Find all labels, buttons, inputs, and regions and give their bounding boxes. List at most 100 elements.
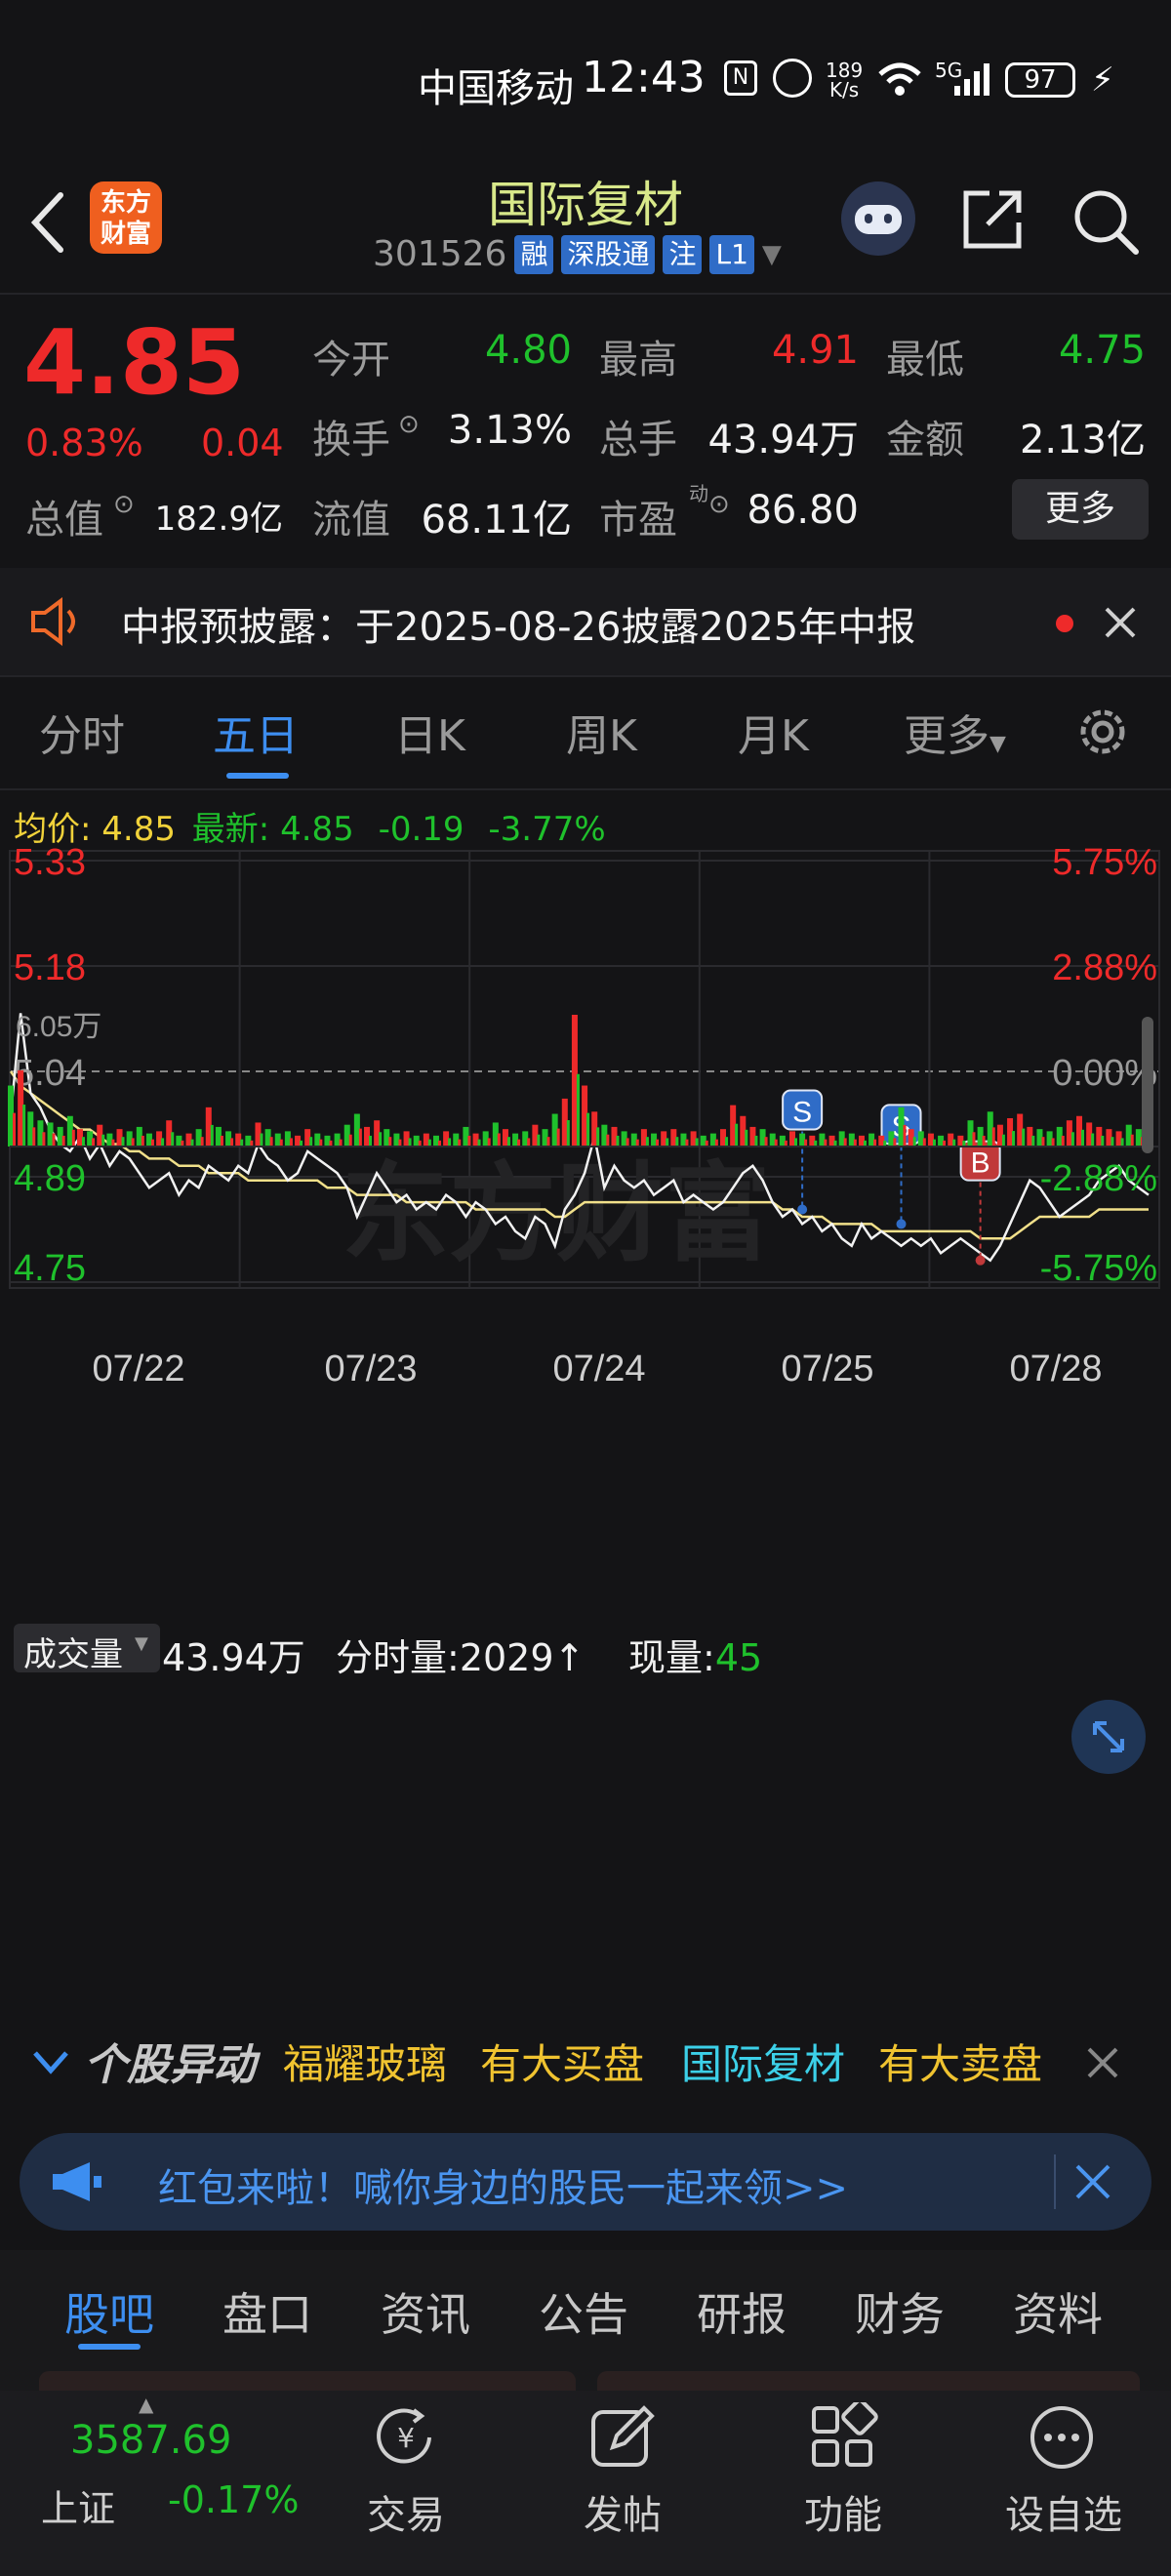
chart-scrollbar[interactable]: [1142, 1017, 1153, 1153]
red-packet-banner[interactable]: 红包来啦！喊你身边的股民一起来领>>: [20, 2133, 1151, 2231]
close-icon[interactable]: [1073, 2162, 1112, 2201]
close-icon[interactable]: [1103, 605, 1138, 640]
share-icon[interactable]: [960, 187, 1025, 252]
mktcap-value: 182.9亿: [154, 500, 283, 539]
tab-news[interactable]: 资讯: [381, 2279, 470, 2344]
red-packet-text: 红包来啦！喊你身边的股民一起来领>>: [158, 2166, 849, 2211]
mktcap-label[interactable]: 总值: [25, 488, 103, 544]
volume-bar: [1041, 1137, 1045, 1147]
five-day-chart[interactable]: 东方财富 SSB 5.335.185.044.894.755.75%2.88%0…: [0, 792, 1171, 1992]
volume-bar: [369, 1135, 373, 1147]
alarm-icon: [773, 59, 812, 98]
close-icon[interactable]: [1085, 2045, 1120, 2080]
movement-item1-action: 有大买盘: [480, 2040, 645, 2088]
volume-bar: [32, 1127, 36, 1147]
volume-selector[interactable]: 成交量 ▼: [14, 1624, 160, 1674]
volume-bar: [843, 1138, 847, 1147]
tab-guba[interactable]: 股吧: [64, 2279, 154, 2344]
dropdown-arrow-icon[interactable]: ▼: [762, 240, 782, 269]
nav-post[interactable]: 发帖: [584, 2483, 662, 2540]
volume-bar: [576, 1073, 580, 1147]
volume-bar: [339, 1139, 343, 1147]
volume-bar: [626, 1138, 629, 1147]
more-dots-icon[interactable]: [1027, 2402, 1097, 2473]
apps-icon[interactable]: [808, 2402, 878, 2473]
volume-bar: [319, 1139, 323, 1147]
x-tick-label: 07/25: [781, 1348, 873, 1389]
settings-icon[interactable]: [1073, 703, 1132, 761]
tick-volume-value: 2029: [459, 1636, 554, 1679]
movement-item2-name[interactable]: 国际复材: [681, 2032, 845, 2091]
volume-bar: [210, 1124, 214, 1147]
volume-bar: [922, 1138, 926, 1147]
tab-weekly-k[interactable]: 周K: [566, 701, 637, 763]
trade-icon[interactable]: ¥: [371, 2402, 441, 2473]
trade-marker-dot: [896, 1219, 907, 1229]
dropdown-arrow-icon: ▼: [989, 732, 1006, 756]
nav-add-watchlist[interactable]: 设自选: [1005, 2483, 1122, 2540]
volume-bar: [111, 1139, 115, 1147]
notice-bar[interactable]: 中报预披露：于2025-08-26披露2025年中报: [0, 568, 1171, 675]
more-button[interactable]: 更多: [1012, 479, 1149, 540]
volume-bar: [190, 1139, 194, 1147]
compose-icon[interactable]: [587, 2402, 658, 2473]
turnover-value: 3.13%: [447, 408, 572, 453]
volume-bar: [774, 1139, 778, 1147]
tab-more[interactable]: 更多▼: [904, 701, 1006, 763]
volume-bar: [477, 1139, 481, 1147]
volume-bar: [566, 1120, 570, 1147]
volume-bar: [912, 1137, 916, 1147]
pe-sup: 动: [689, 482, 708, 505]
divider: [0, 675, 1171, 677]
expand-chart-button[interactable]: [1071, 1700, 1146, 1774]
assistant-avatar[interactable]: [841, 181, 915, 256]
volume-bar: [131, 1138, 135, 1147]
volume-bar: [240, 1139, 244, 1147]
high-label: 最高: [599, 338, 677, 382]
movement-item1-name[interactable]: 福耀玻璃: [283, 2032, 447, 2091]
search-icon[interactable]: [1071, 187, 1142, 258]
stock-code-row[interactable]: 301526 融 深股通 注 L1 ▼: [373, 234, 782, 274]
volume-bar: [952, 1139, 956, 1147]
volume-bar: [991, 1127, 995, 1147]
tab-orderbook[interactable]: 盘口: [222, 2279, 312, 2344]
watermark-text: 东方财富: [342, 1154, 771, 1274]
chevron-down-icon[interactable]: [31, 2047, 70, 2076]
turnover-label[interactable]: 换手: [312, 408, 390, 464]
tab-announcements[interactable]: 公告: [539, 2279, 628, 2344]
tab-monthly-k[interactable]: 月K: [738, 701, 809, 763]
nav-functions[interactable]: 功能: [804, 2483, 882, 2540]
trade-marker-dot: [797, 1204, 808, 1215]
collapse-arrow-icon[interactable]: ▲: [139, 2393, 153, 2416]
nav-trade[interactable]: 交易: [367, 2483, 445, 2540]
volume-bar: [714, 1139, 718, 1147]
current-volume-label: 现量:: [628, 1636, 715, 1679]
tab-daily-k[interactable]: 日K: [394, 701, 465, 763]
divider: [0, 788, 1171, 790]
volume-bar: [379, 1132, 383, 1147]
tab-profile[interactable]: 资料: [1013, 2279, 1103, 2344]
volume-bar: [309, 1137, 313, 1147]
volume-bar: [1012, 1131, 1016, 1147]
volume-bar: [1091, 1133, 1095, 1147]
volume-bar: [685, 1139, 689, 1147]
low-label: 最低: [886, 338, 964, 382]
tab-research[interactable]: 研报: [697, 2279, 787, 2344]
index-value[interactable]: 3587.69: [70, 2418, 231, 2463]
tab-intraday[interactable]: 分时: [39, 701, 125, 763]
speaker-icon: [31, 597, 75, 646]
volume-bar: [71, 1129, 75, 1147]
tab-financials[interactable]: 财务: [855, 2279, 945, 2344]
pe-label[interactable]: 市盈: [599, 488, 677, 544]
stock-movement-bar[interactable]: 个股异动 福耀玻璃 有大买盘 国际复材 有大卖盘: [0, 2000, 1171, 2117]
turnover-info-icon[interactable]: ⊙: [398, 410, 420, 439]
volume-bar: [666, 1138, 669, 1147]
mktcap-info-icon[interactable]: ⊙: [113, 490, 135, 519]
pe-info-icon[interactable]: ⊙: [708, 490, 730, 519]
y-tick-right: 5.75%: [1052, 842, 1157, 883]
status-bar: 中国移动 12:43 N 189 K/s 5G 97 ⚡: [0, 0, 1171, 166]
tab-five-day[interactable]: 五日: [213, 701, 299, 763]
volume-bar: [52, 1133, 56, 1147]
volume-bar: [754, 1135, 758, 1147]
y-tick-left: 5.04: [14, 1053, 86, 1094]
